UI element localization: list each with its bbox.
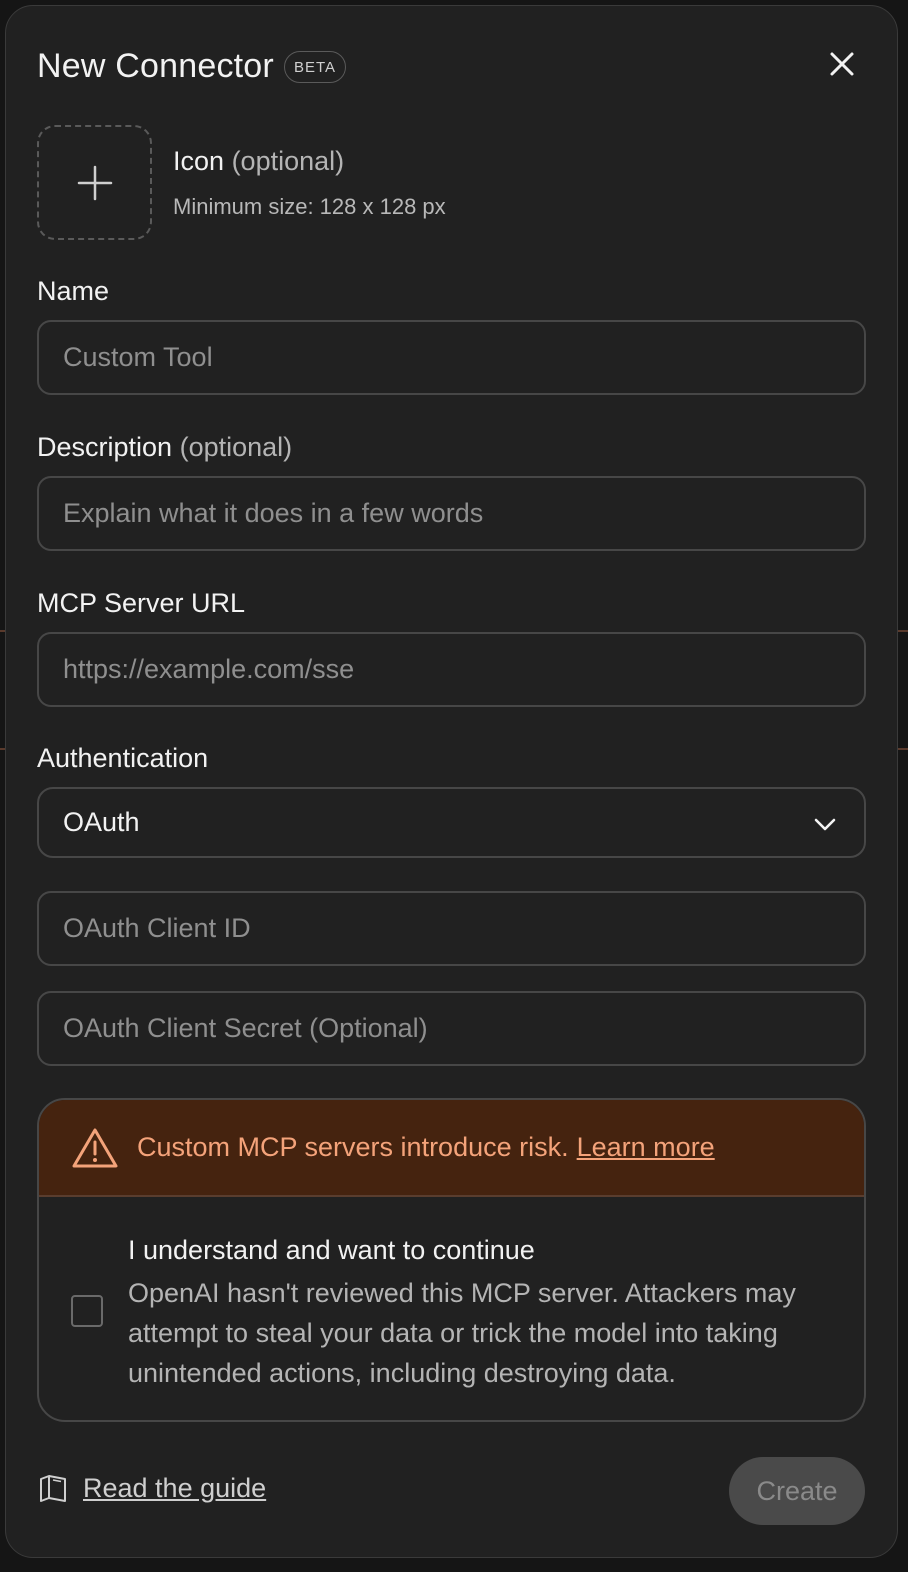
dialog-title: New Connector	[37, 46, 274, 85]
description-input[interactable]	[37, 476, 866, 551]
create-button[interactable]: Create	[729, 1457, 865, 1525]
read-guide-link[interactable]: Read the guide	[37, 1472, 266, 1504]
server-url-input[interactable]	[37, 632, 866, 707]
new-connector-dialog: New Connector BETA Icon (optional) Minim…	[5, 5, 898, 1558]
icon-optional-text: (optional)	[231, 146, 345, 176]
acknowledge-checkbox[interactable]	[71, 1295, 103, 1327]
book-icon	[40, 1475, 66, 1502]
beta-badge: BETA	[283, 51, 347, 83]
icon-label: Icon (optional)	[173, 146, 344, 177]
authentication-select[interactable]: OAuth	[37, 787, 866, 858]
risk-warning-box: Custom MCP servers introduce risk. Learn …	[37, 1098, 866, 1422]
risk-warning-text: Custom MCP servers introduce risk. Learn …	[137, 1132, 715, 1163]
authentication-selected-value: OAuth	[63, 807, 140, 837]
name-input[interactable]	[37, 320, 866, 395]
oauth-client-id-input[interactable]	[37, 891, 866, 966]
read-guide-text: Read the guide	[83, 1472, 267, 1503]
oauth-client-secret-input[interactable]	[37, 991, 866, 1066]
icon-size-hint: Minimum size: 128 x 128 px	[173, 194, 446, 219]
description-label: Description (optional)	[37, 432, 292, 463]
chevron-down-icon	[814, 818, 836, 831]
icon-label-text: Icon	[173, 146, 225, 176]
server-url-label: MCP Server URL	[37, 588, 246, 618]
name-label: Name	[37, 276, 110, 306]
authentication-label: Authentication	[37, 743, 209, 773]
icon-upload-button[interactable]	[37, 125, 152, 240]
close-button[interactable]	[822, 44, 862, 84]
description-label-text: Description	[37, 432, 173, 462]
learn-more-link[interactable]: Learn more	[577, 1132, 715, 1162]
acknowledge-title: I understand and want to continue	[128, 1235, 535, 1265]
plus-icon	[77, 165, 112, 200]
close-icon	[830, 52, 854, 76]
risk-warning-message: Custom MCP servers introduce risk.	[137, 1132, 569, 1162]
description-optional-text: (optional)	[179, 432, 293, 462]
dialog-header: New Connector BETA	[37, 42, 347, 90]
acknowledge-description: OpenAI hasn't reviewed this MCP server. …	[128, 1278, 796, 1388]
warning-triangle-icon	[72, 1128, 118, 1167]
risk-warning-header: Custom MCP servers introduce risk. Learn …	[39, 1100, 864, 1197]
